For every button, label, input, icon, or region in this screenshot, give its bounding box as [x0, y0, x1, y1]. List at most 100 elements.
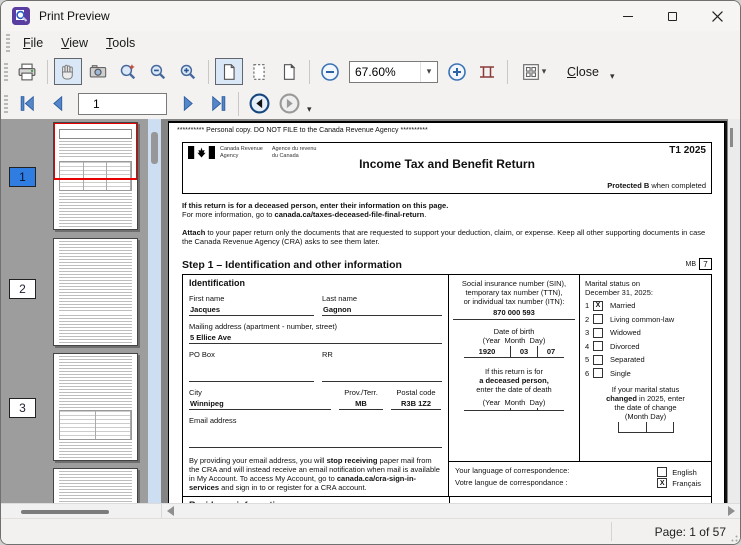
- toolbar-overflow-icon[interactable]: ▾: [607, 63, 618, 82]
- maximize-button[interactable]: [650, 1, 695, 31]
- continuous-page-icon: [250, 63, 268, 81]
- sidebar-vertical-scrollbar[interactable]: [148, 119, 161, 503]
- page-thumbnail-4[interactable]: [53, 468, 138, 503]
- separator: [47, 60, 48, 84]
- previous-page-button[interactable]: [43, 90, 71, 117]
- page-thumbnail-1[interactable]: [53, 122, 138, 230]
- zoom-out-tool-button[interactable]: [144, 58, 172, 85]
- multiple-pages-button[interactable]: ▾: [514, 58, 554, 85]
- protected-note: Protected B when completed: [607, 181, 706, 190]
- snapshot-button[interactable]: [84, 58, 112, 85]
- step1-header: Step 1 – Identification and other inform…: [182, 258, 712, 270]
- dynamic-zoom-button[interactable]: [114, 58, 142, 85]
- back-icon: [249, 93, 270, 114]
- date-of-change-blank: [618, 422, 674, 433]
- zoom-out-button[interactable]: [316, 58, 344, 85]
- continuous-view-button[interactable]: [245, 58, 273, 85]
- hand-tool-button[interactable]: [54, 58, 82, 85]
- toolbar-overflow-icon[interactable]: ▾: [304, 96, 315, 115]
- close-icon: [712, 11, 723, 22]
- preview-vertical-scrollbar[interactable]: [728, 119, 740, 503]
- app-icon: [12, 7, 30, 25]
- marital-option: 2Living common-law: [585, 314, 706, 324]
- forward-icon: [279, 93, 300, 114]
- go-back-button[interactable]: [245, 90, 273, 117]
- zoom-in-icon: [179, 63, 197, 81]
- toolbar-grip: [4, 95, 8, 113]
- menu-bar: File View Tools: [1, 31, 740, 55]
- previous-page-icon: [48, 94, 67, 113]
- window-title: Print Preview: [39, 9, 110, 23]
- preview-scrollbar-thumb[interactable]: [730, 128, 733, 147]
- form-title: Income Tax and Benefit Return: [188, 160, 706, 169]
- main-toolbar: ▾: [1, 55, 740, 88]
- fit-width-button[interactable]: [473, 58, 501, 85]
- print-button[interactable]: [13, 58, 41, 85]
- thumbnail-label-2[interactable]: 2: [9, 279, 36, 299]
- scroll-left-icon[interactable]: [167, 506, 174, 516]
- marital-option: 5Separated: [585, 355, 706, 365]
- go-forward-button[interactable]: [275, 90, 303, 117]
- date-of-death-blank: [464, 408, 564, 411]
- minimize-button[interactable]: [605, 1, 650, 31]
- zoom-level-combobox[interactable]: ▾: [349, 61, 438, 83]
- zoom-dropdown-arrow-icon[interactable]: ▾: [420, 62, 437, 82]
- first-name-value: Jacques: [189, 303, 314, 316]
- language-checkbox-english: [657, 467, 667, 477]
- sidebar-scrollbar-thumb[interactable]: [151, 132, 158, 164]
- menu-file[interactable]: File: [14, 33, 52, 53]
- resize-grip-icon[interactable]: [728, 532, 738, 542]
- page-status: Page: 1 of 57: [655, 525, 726, 539]
- close-preview-button[interactable]: Close: [559, 61, 607, 83]
- status-bar: Page: 1 of 57: [1, 518, 740, 544]
- toolbar-grip: [6, 34, 10, 52]
- last-page-button[interactable]: [204, 90, 232, 117]
- fit-width-icon: [477, 63, 497, 81]
- first-page-button[interactable]: [13, 90, 41, 117]
- identification-box: Identification First nameJacques Last na…: [182, 274, 712, 497]
- multiple-pages-dropdown-icon: ▾: [542, 66, 547, 77]
- postal-code-value: R3B 1Z2: [391, 397, 441, 410]
- marital-option: 1XMarried: [585, 301, 706, 311]
- separator: [208, 60, 209, 84]
- separator: [238, 92, 239, 116]
- sidebar-horizontal-scrollbar[interactable]: [1, 504, 161, 518]
- last-page-icon: [209, 94, 228, 113]
- close-window-button[interactable]: [695, 1, 740, 31]
- zoom-level-input[interactable]: [350, 62, 420, 82]
- next-page-button[interactable]: [174, 90, 202, 117]
- agency-name-en: Canada Revenue Agency: [220, 146, 263, 159]
- next-page-icon: [179, 94, 198, 113]
- facing-pages-view-button[interactable]: [275, 58, 303, 85]
- main-area: 1 2 3 ********** Personal copy. DO NOT F…: [1, 119, 740, 503]
- scroll-right-icon[interactable]: [728, 506, 735, 516]
- email-value: [189, 438, 442, 448]
- horizontal-scroll-strip: [1, 503, 740, 518]
- menu-tools[interactable]: Tools: [97, 33, 144, 53]
- page-thumbnail-2[interactable]: [53, 238, 138, 346]
- page-thumbnail-3[interactable]: [53, 353, 138, 461]
- sidebar-hscroll-thumb[interactable]: [21, 510, 109, 514]
- sin-value: 870 000 593: [453, 308, 575, 320]
- mailing-address-value: 5 Ellice Ave: [189, 331, 442, 344]
- single-page-view-button[interactable]: [215, 58, 243, 85]
- zoom-in-tool-button[interactable]: [174, 58, 202, 85]
- rr-value: [322, 372, 442, 382]
- preview-page[interactable]: ********** Personal copy. DO NOT FILE to…: [168, 121, 725, 503]
- zoom-out-circle-icon: [320, 62, 340, 82]
- zoom-in-button[interactable]: [443, 58, 471, 85]
- marital-checkbox-separated: [593, 355, 603, 365]
- preview-horizontal-scrollbar[interactable]: [161, 504, 740, 518]
- language-section: Your language of correspondence: Votre l…: [449, 461, 711, 496]
- thumbnail-label-3[interactable]: 3: [9, 398, 36, 418]
- toolbar-grip: [4, 63, 8, 81]
- maximize-icon: [668, 12, 677, 21]
- thumbnail-label-1[interactable]: 1: [9, 167, 36, 187]
- menu-view[interactable]: View: [52, 33, 97, 53]
- minimize-icon: [623, 16, 633, 17]
- province-box: 7: [699, 258, 712, 270]
- facing-pages-icon: [280, 63, 298, 81]
- agency-name-fr: Agence du revenu du Canada: [272, 146, 317, 159]
- language-checkbox-francais: X: [657, 478, 667, 488]
- page-number-input[interactable]: [78, 93, 167, 115]
